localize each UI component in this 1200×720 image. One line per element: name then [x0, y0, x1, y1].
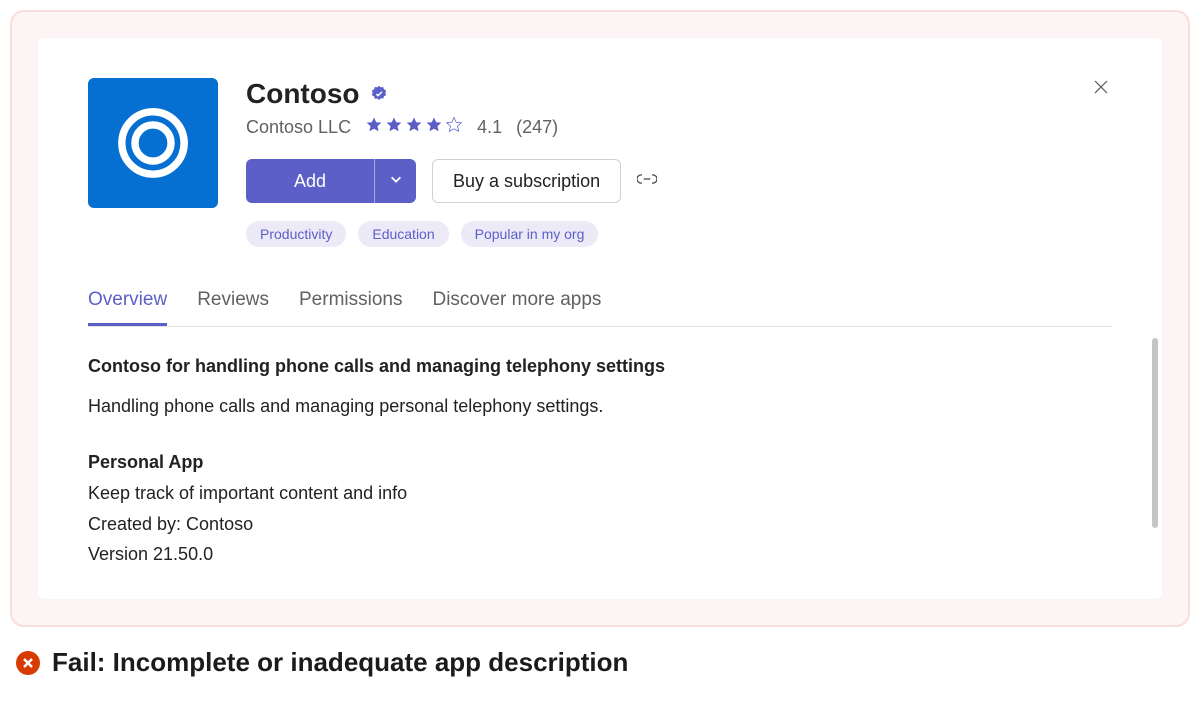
- tab-discover-more-apps[interactable]: Discover more apps: [432, 289, 601, 326]
- section-title: Personal App: [88, 449, 1112, 477]
- link-icon: [637, 171, 657, 192]
- rating-count: (247): [516, 117, 558, 138]
- app-title: Contoso: [246, 78, 360, 110]
- tabs: Overview Reviews Permissions Discover more …: [88, 289, 1112, 327]
- publisher-name: Contoso LLC: [246, 117, 351, 138]
- add-button-group: Add: [246, 159, 416, 203]
- section-line-3: Version 21.50.0: [88, 541, 1112, 569]
- star-filled-icon: [385, 116, 403, 139]
- fail-row: Fail: Incomplete or inadequate app descr…: [16, 647, 1190, 678]
- chevron-down-icon: [389, 172, 403, 191]
- fail-icon: [16, 651, 40, 675]
- fail-message: Fail: Incomplete or inadequate app descr…: [52, 647, 628, 678]
- buy-subscription-button[interactable]: Buy a subscription: [432, 159, 621, 203]
- overview-description: Handling phone calls and managing person…: [88, 393, 1112, 421]
- section-line-1: Keep track of important content and info: [88, 480, 1112, 508]
- tab-reviews[interactable]: Reviews: [197, 289, 269, 326]
- tab-overview[interactable]: Overview: [88, 289, 167, 326]
- app-details-card: Contoso Contoso LLC 4.1 (247) Add: [38, 38, 1162, 599]
- star-filled-icon: [365, 116, 383, 139]
- app-icon: [88, 78, 218, 208]
- section-line-2: Created by: Contoso: [88, 511, 1112, 539]
- star-filled-icon: [425, 116, 443, 139]
- tab-permissions[interactable]: Permissions: [299, 289, 402, 326]
- verified-icon: [370, 85, 388, 103]
- rating-value: 4.1: [477, 117, 502, 138]
- scrollbar-thumb[interactable]: [1152, 338, 1158, 528]
- tags-row: Productivity Education Popular in my org: [246, 221, 1112, 247]
- header: Contoso Contoso LLC 4.1 (247) Add: [88, 78, 1112, 247]
- star-filled-icon: [405, 116, 423, 139]
- add-button[interactable]: Add: [246, 159, 374, 203]
- tag-education[interactable]: Education: [358, 221, 448, 247]
- close-icon: [1093, 79, 1109, 100]
- copy-link-button[interactable]: [637, 171, 657, 192]
- overview-body: Contoso for handling phone calls and man…: [88, 353, 1112, 569]
- star-empty-icon: [445, 116, 463, 139]
- add-dropdown-button[interactable]: [374, 159, 416, 203]
- validation-frame: Contoso Contoso LLC 4.1 (247) Add: [10, 10, 1190, 627]
- tag-popular-in-my-org[interactable]: Popular in my org: [461, 221, 599, 247]
- rating-stars: [365, 116, 463, 139]
- close-button[interactable]: [1090, 78, 1112, 100]
- tag-productivity[interactable]: Productivity: [246, 221, 346, 247]
- overview-headline: Contoso for handling phone calls and man…: [88, 353, 1112, 381]
